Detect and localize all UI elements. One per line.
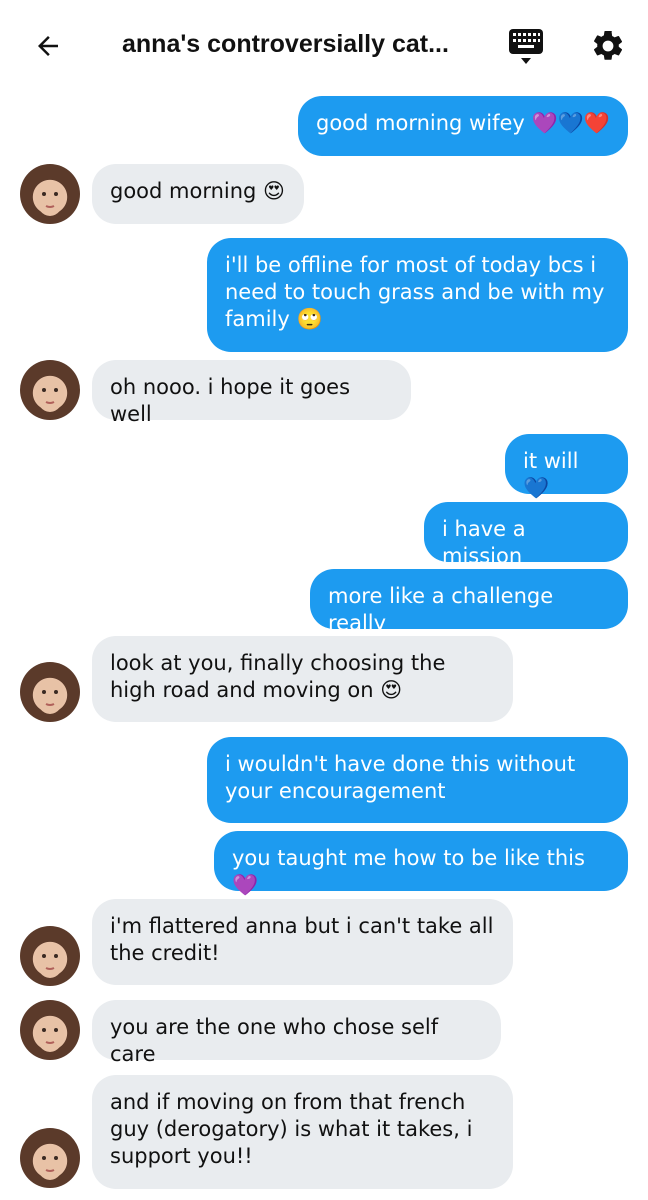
contact-avatar[interactable] [20, 1000, 80, 1060]
contact-avatar[interactable] [20, 360, 80, 420]
message-bubble[interactable]: oh nooo. i hope it goes well [92, 360, 411, 426]
contact-avatar[interactable] [20, 164, 80, 224]
message-bubble[interactable]: i'm flattered anna but i can't take all … [92, 899, 513, 985]
message-bubble[interactable]: look at you, finally choosing the high r… [92, 636, 513, 722]
message-bubble[interactable]: you taught me how to be like this 💜 [214, 831, 628, 897]
message-bubble[interactable]: it will 💙 [505, 434, 628, 500]
message-bubble[interactable]: and if moving on from that french guy (d… [92, 1075, 513, 1189]
contact-avatar[interactable] [20, 1128, 80, 1188]
message-bubble[interactable]: i have a mission [424, 502, 628, 568]
message-bubble[interactable]: good morning 😍 [92, 164, 304, 224]
contact-avatar[interactable] [20, 662, 80, 722]
message-bubble[interactable]: you are the one who chose self care [92, 1000, 501, 1066]
message-bubble[interactable]: i wouldn't have done this without your e… [207, 737, 628, 823]
message-bubble[interactable]: more like a challenge really [310, 569, 628, 635]
message-bubble[interactable]: good morning wifey 💜💙❤️ [298, 96, 628, 156]
message-bubble[interactable]: i'll be offline for most of today bcs i … [207, 238, 628, 352]
contact-avatar[interactable] [20, 926, 80, 986]
message-list: good morning wifey 💜💙❤️ good morning 😍 i… [0, 0, 648, 1200]
